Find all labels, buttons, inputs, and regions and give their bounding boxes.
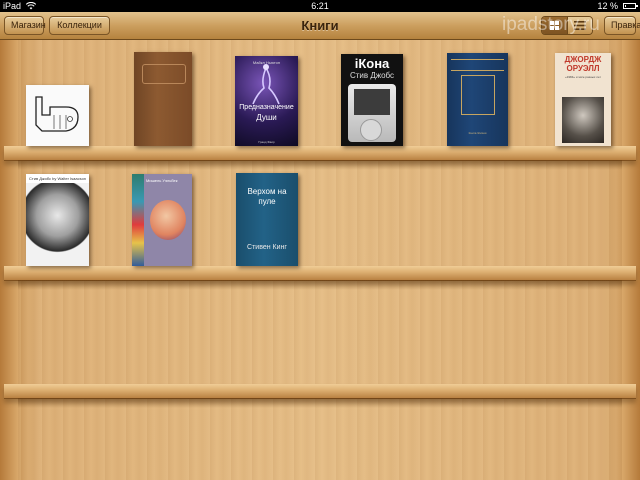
bookshelf-left-side — [0, 40, 18, 480]
grid-view-button[interactable] — [542, 17, 568, 34]
shelf-1 — [4, 146, 636, 161]
book-subtitle: «1984» и эссе разных лет — [565, 75, 601, 79]
book-title-line-2: Души — [256, 113, 277, 122]
book-author: Мишель Уэльбек — [146, 178, 178, 183]
list-icon — [573, 21, 586, 30]
book-header-line: Стив Джобс by Walter Isaacson — [26, 174, 89, 183]
shelf-3 — [4, 384, 636, 399]
view-mode-segment — [541, 16, 593, 35]
bookshelf-right-side — [622, 40, 640, 480]
book-signature-brown[interactable] — [134, 52, 192, 146]
battery-icon — [623, 3, 638, 9]
cover-ornament-band — [451, 59, 504, 71]
book-title-line-1: Верхом на — [247, 187, 287, 196]
book-title: iКона — [354, 56, 390, 71]
cover-ipod-illustration — [348, 84, 396, 142]
cover-face-illustration — [150, 200, 186, 240]
book-author: Стивен Кинг — [247, 244, 287, 251]
book-title-line-1: Предназначение — [239, 104, 294, 111]
book-icon-steve-jobs[interactable]: iКона Стив Джобс — [341, 54, 403, 146]
store-button[interactable]: Магазин — [4, 16, 46, 35]
collections-button[interactable]: Коллекции — [49, 16, 110, 35]
book-thumbs-drawing[interactable] — [26, 85, 89, 146]
book-stephen-king[interactable]: Верхом на пуле Стивен Кинг — [236, 173, 298, 266]
book-title-line-2: пуле — [258, 197, 276, 206]
cover-ipod-wheel — [360, 119, 382, 141]
thumbs-up-hand-icon — [35, 96, 79, 132]
shelf-1-shadow — [18, 160, 622, 170]
book-publisher: Гранд Фаир — [258, 140, 275, 144]
bookshelf — [0, 40, 640, 480]
book-title: ДЖОРДЖ ОРУЭЛЛ — [564, 55, 602, 73]
cover-author-portrait — [562, 97, 604, 143]
cover-ipod-screen — [354, 89, 390, 115]
book-orwell[interactable]: ДЖОРДЖ ОРУЭЛЛ «1984» и эссе разных лет — [555, 53, 611, 146]
list-view-button[interactable] — [567, 17, 592, 34]
battery-fill — [625, 5, 626, 7]
book-steve-jobs-isaacson[interactable]: Стив Джобс by Walter Isaacson — [26, 174, 89, 266]
grid-icon — [549, 21, 559, 30]
status-bar: iPad 6:21 12 % — [0, 0, 640, 12]
navbar: Магазин Коллекции Книги Правка — [0, 12, 640, 40]
cover-signature-emblem — [142, 64, 186, 84]
edit-button[interactable]: Правка — [604, 16, 640, 35]
cover-color-stripe — [132, 174, 144, 266]
cover-figure-icon — [252, 64, 280, 105]
book-blue-classic[interactable]: Книга Жизни — [447, 53, 508, 146]
book-soul-purpose[interactable]: Майкл Ньютон Предназначение Души Гранд Ф… — [235, 56, 298, 146]
shelf-2-shadow — [18, 280, 622, 290]
book-author: Стив Джобс — [349, 71, 395, 80]
book-publisher: Книга Жизни — [468, 131, 487, 135]
shelf-2 — [4, 266, 636, 281]
cover-ornament-plate — [461, 75, 495, 115]
book-houellebecq[interactable]: Мишель Уэльбек — [132, 174, 192, 266]
clock: 6:21 — [311, 1, 329, 11]
battery-percent: 12 % — [597, 1, 618, 11]
shelf-3-shadow — [18, 398, 622, 408]
